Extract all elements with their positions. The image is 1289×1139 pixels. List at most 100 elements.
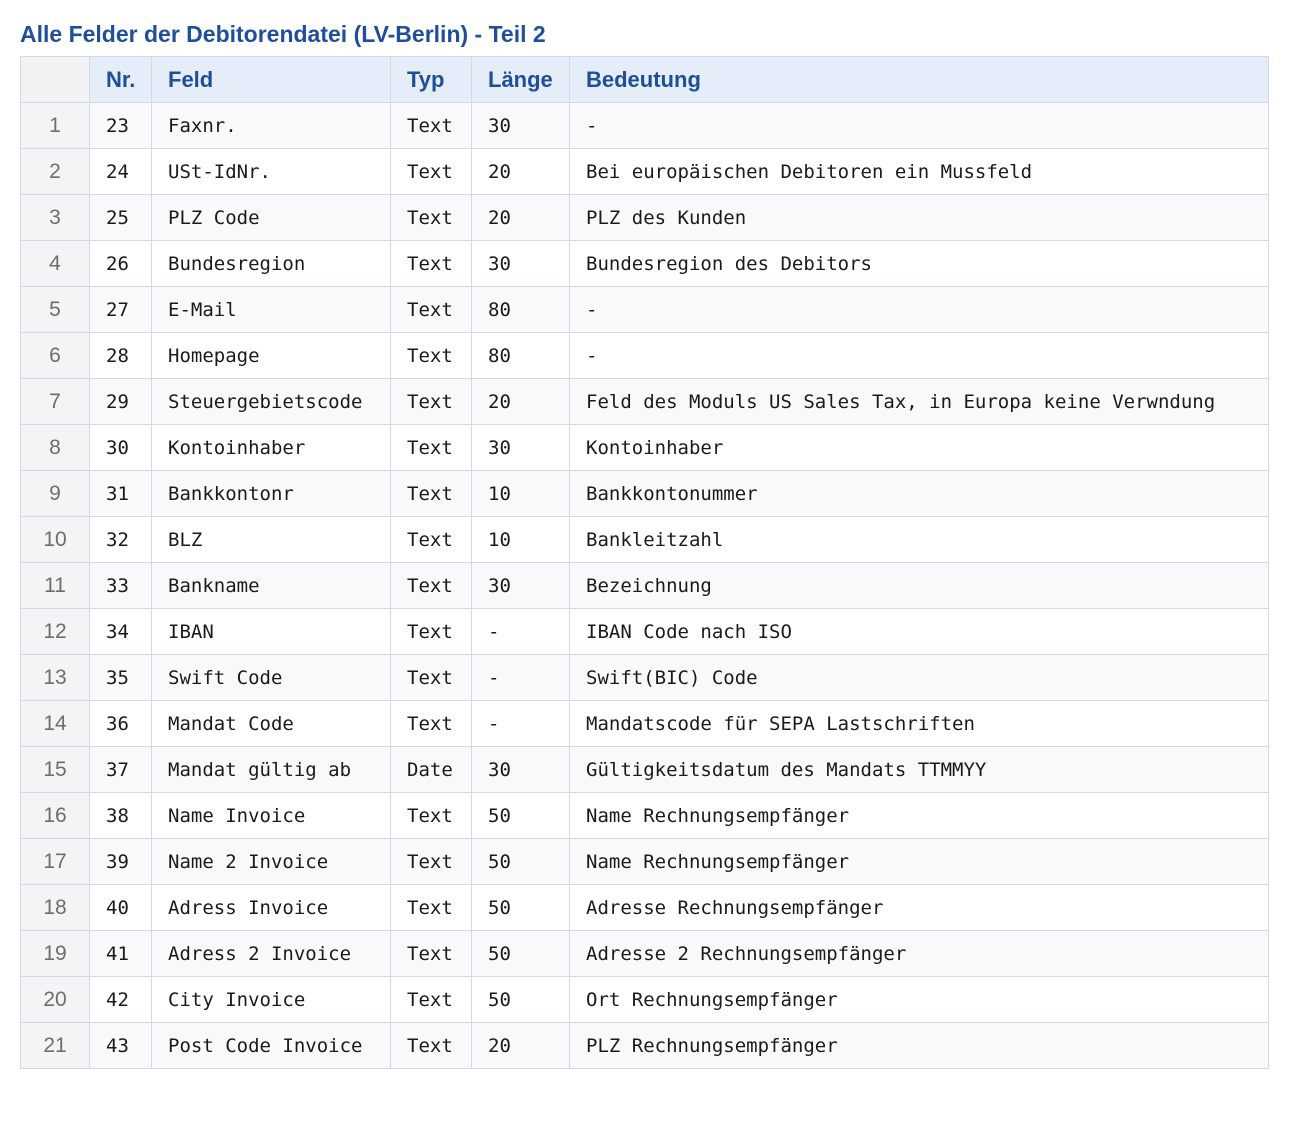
row-index-cell: 14: [20, 700, 90, 747]
column-header-feld[interactable]: Feld: [151, 56, 391, 103]
table-row: 8 30 Kontoinhaber Text 30 Kontoinhaber: [20, 424, 1269, 471]
feld-cell: E-Mail: [151, 286, 391, 333]
nr-cell: 37: [89, 746, 152, 793]
laenge-cell: 30: [471, 240, 570, 287]
table-row: 19 41 Adress 2 Invoice Text 50 Adresse 2 Rech…: [20, 930, 1269, 977]
typ-cell: Text: [390, 654, 472, 701]
row-index-cell: 8: [20, 424, 90, 471]
row-index-cell: 1: [20, 102, 90, 149]
feld-cell: Swift Code: [151, 654, 391, 701]
nr-cell: 25: [89, 194, 152, 241]
nr-cell: 36: [89, 700, 152, 747]
feld-cell: Homepage: [151, 332, 391, 379]
nr-cell: 23: [89, 102, 152, 149]
table-row: 11 33 Bankname Text 30 Bezeichnung: [20, 562, 1269, 609]
feld-cell: City Invoice: [151, 976, 391, 1023]
typ-cell: Text: [390, 102, 472, 149]
nr-cell: 27: [89, 286, 152, 333]
bedeutung-cell: Bankkontonummer: [569, 470, 1269, 517]
table-row: 18 40 Adress Invoice Text 50 Adresse Rechnung…: [20, 884, 1269, 931]
row-index-cell: 19: [20, 930, 90, 977]
column-header-laenge[interactable]: Länge: [471, 56, 570, 103]
row-index-cell: 6: [20, 332, 90, 379]
feld-cell: Adress 2 Invoice: [151, 930, 391, 977]
column-header-bedeutung[interactable]: Bedeutung: [569, 56, 1269, 103]
laenge-cell: 50: [471, 884, 570, 931]
table-row: 7 29 Steuergebietscode Text 20 Feld des Modul…: [20, 378, 1269, 425]
bedeutung-cell: Bezeichnung: [569, 562, 1269, 609]
laenge-cell: 20: [471, 1022, 570, 1069]
row-index-cell: 13: [20, 654, 90, 701]
typ-cell: Text: [390, 1022, 472, 1069]
nr-cell: 26: [89, 240, 152, 287]
row-index-cell: 12: [20, 608, 90, 655]
typ-cell: Text: [390, 332, 472, 379]
feld-cell: USt-IdNr.: [151, 148, 391, 195]
table-row: 10 32 BLZ Text 10 Bankleitzahl: [20, 516, 1269, 563]
feld-cell: Name 2 Invoice: [151, 838, 391, 885]
typ-cell: Text: [390, 700, 472, 747]
page-title: Alle Felder der Debitorendatei (LV-Berli…: [20, 21, 546, 47]
typ-cell: Text: [390, 148, 472, 195]
table-row: 6 28 Homepage Text 80-: [20, 332, 1269, 379]
feld-cell: PLZ Code: [151, 194, 391, 241]
nr-cell: 34: [89, 608, 152, 655]
typ-cell: Text: [390, 562, 472, 609]
bedeutung-cell: PLZ des Kunden: [569, 194, 1269, 241]
row-index-cell: 11: [20, 562, 90, 609]
feld-cell: Steuergebietscode: [151, 378, 391, 425]
typ-cell: Text: [390, 516, 472, 563]
nr-cell: 28: [89, 332, 152, 379]
laenge-cell: 30: [471, 102, 570, 149]
nr-cell: 40: [89, 884, 152, 931]
row-index-cell: 2: [20, 148, 90, 195]
laenge-cell: -: [471, 700, 570, 747]
nr-cell: 30: [89, 424, 152, 471]
row-index-cell: 16: [20, 792, 90, 839]
feld-cell: BLZ: [151, 516, 391, 563]
laenge-cell: 20: [471, 378, 570, 425]
row-index-cell: 7: [20, 378, 90, 425]
bedeutung-cell: Mandatscode für SEPA Lastschriften: [569, 700, 1269, 747]
laenge-cell: 10: [471, 470, 570, 517]
typ-cell: Text: [390, 424, 472, 471]
typ-cell: Text: [390, 884, 472, 931]
bedeutung-cell: Adresse Rechnungsempfänger: [569, 884, 1269, 931]
laenge-cell: 50: [471, 838, 570, 885]
laenge-cell: 20: [471, 194, 570, 241]
laenge-cell: 10: [471, 516, 570, 563]
feld-cell: Post Code Invoice: [151, 1022, 391, 1069]
laenge-cell: -: [471, 608, 570, 655]
bedeutung-cell: Name Rechnungsempfänger: [569, 838, 1269, 885]
table-row: 16 38 Name Invoice Text 50 Name Rechnungsempf…: [20, 792, 1269, 839]
bedeutung-cell: Bei europäischen Debitoren ein Mussfeld: [569, 148, 1269, 195]
table-header-row: Nr. Feld Typ Länge Bedeutung: [20, 56, 1269, 103]
laenge-cell: 80: [471, 286, 570, 333]
laenge-cell: 30: [471, 562, 570, 609]
table-row: 17 39 Name 2 Invoice Text 50 Name Rechnungsem…: [20, 838, 1269, 885]
table-row: 13 35 Swift Code Text - Swift(BIC) Code: [20, 654, 1269, 701]
bedeutung-cell: Name Rechnungsempfänger: [569, 792, 1269, 839]
nr-cell: 32: [89, 516, 152, 563]
laenge-cell: 50: [471, 792, 570, 839]
row-index-cell: 20: [20, 976, 90, 1023]
laenge-cell: 50: [471, 976, 570, 1023]
column-header-nr[interactable]: Nr.: [89, 56, 152, 103]
row-index-cell: 10: [20, 516, 90, 563]
table-row: 4 26 Bundesregion Text 30 Bundesregion des De…: [20, 240, 1269, 287]
feld-cell: Faxnr.: [151, 102, 391, 149]
feld-cell: Adress Invoice: [151, 884, 391, 931]
bedeutung-cell: -: [569, 102, 1269, 149]
bedeutung-cell: Gültigkeitsdatum des Mandats TTMMYY: [569, 746, 1269, 793]
row-index-cell: 17: [20, 838, 90, 885]
typ-cell: Text: [390, 194, 472, 241]
bedeutung-cell: Feld des Moduls US Sales Tax, in Europa …: [569, 378, 1269, 425]
nr-cell: 29: [89, 378, 152, 425]
bedeutung-cell: Swift(BIC) Code: [569, 654, 1269, 701]
table-row: 15 37 Mandat gültig ab Date 30 Gültigkeitsdat…: [20, 746, 1269, 793]
bedeutung-cell: PLZ Rechnungsempfänger: [569, 1022, 1269, 1069]
nr-cell: 39: [89, 838, 152, 885]
row-index-header: [20, 56, 90, 103]
column-header-typ[interactable]: Typ: [390, 56, 472, 103]
row-index-cell: 9: [20, 470, 90, 517]
